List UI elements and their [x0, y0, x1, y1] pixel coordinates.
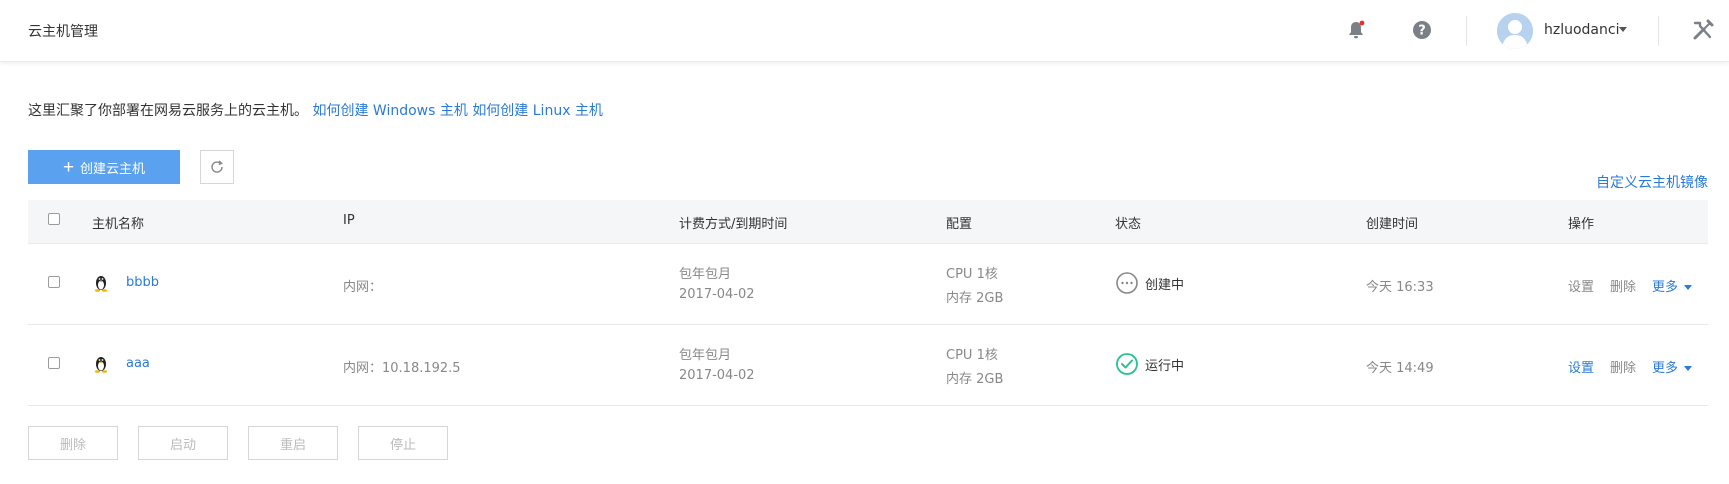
- instance-ip: 内网：: [343, 280, 383, 295]
- column-header-status: 状态: [1115, 217, 1142, 232]
- status-badge: 运行中: [1115, 352, 1184, 376]
- table-header: 主机名称 IP 计费方式/到期时间 配置 状态 创建时间 操作: [28, 200, 1708, 244]
- plus-icon: +: [62, 156, 75, 178]
- windows-guide-link[interactable]: 如何创建 Windows 主机: [312, 103, 467, 119]
- column-header-name: 主机名称: [92, 217, 145, 232]
- instance-table: 主机名称 IP 计费方式/到期时间 配置 状态 创建时间 操作 bbbb 内网：…: [28, 200, 1708, 406]
- instance-billing: 包年包月: [679, 267, 732, 282]
- svg-text:?: ?: [1418, 24, 1426, 39]
- table-row: bbbb 内网： 包年包月 2017-04-02 CPU 1核 内存 2GB 创…: [28, 244, 1708, 325]
- avatar[interactable]: [1497, 13, 1533, 49]
- more-actions-label: 更多: [1652, 280, 1679, 295]
- more-actions-dropdown[interactable]: 更多: [1652, 276, 1693, 295]
- running-check-icon: [1116, 353, 1138, 375]
- more-actions-label: 更多: [1652, 361, 1679, 376]
- chevron-down-icon: [1684, 366, 1693, 371]
- header-divider: [1466, 16, 1467, 46]
- row-checkbox[interactable]: [48, 276, 60, 288]
- delete-action[interactable]: 删除: [1610, 357, 1636, 376]
- more-actions-dropdown[interactable]: 更多: [1652, 357, 1693, 376]
- status-badge: 创建中: [1115, 271, 1184, 295]
- instance-name-link[interactable]: aaa: [126, 356, 150, 371]
- bulk-stop-button[interactable]: 停止: [358, 426, 448, 460]
- header-divider: [1658, 16, 1659, 46]
- create-instance-label: 创建云主机: [80, 160, 146, 176]
- bulk-delete-button[interactable]: 删除: [28, 426, 118, 460]
- status-label: 运行中: [1145, 358, 1185, 374]
- user-menu-caret-icon[interactable]: [1619, 27, 1627, 32]
- refresh-button[interactable]: [200, 150, 234, 184]
- intro-text: 这里汇聚了你部署在网易云服务上的云主机。 如何创建 Windows 主机 如何创…: [28, 100, 603, 120]
- notification-bell-icon[interactable]: [1344, 18, 1368, 42]
- column-header-ip: IP: [343, 213, 355, 228]
- instance-ip: 内网：10.18.192.5: [343, 361, 461, 376]
- instance-memory: 内存 2GB: [946, 372, 1004, 387]
- instance-expiry: 2017-04-02: [679, 287, 755, 302]
- select-all-checkbox[interactable]: [48, 213, 60, 225]
- username[interactable]: hzluodanci: [1544, 22, 1619, 38]
- column-header-billing: 计费方式/到期时间: [679, 217, 788, 232]
- bulk-restart-button[interactable]: 重启: [248, 426, 338, 460]
- pending-icon: [1116, 272, 1138, 294]
- instance-memory: 内存 2GB: [946, 291, 1004, 306]
- intro-description: 这里汇聚了你部署在网易云服务上的云主机。: [28, 103, 308, 119]
- linux-penguin-icon: [94, 274, 108, 296]
- instance-cpu: CPU 1核: [946, 348, 998, 363]
- settings-action[interactable]: 设置: [1568, 357, 1594, 376]
- create-instance-button[interactable]: + 创建云主机: [28, 150, 180, 184]
- instance-billing: 包年包月: [679, 348, 732, 363]
- instance-expiry: 2017-04-02: [679, 368, 755, 383]
- linux-penguin-icon: [94, 355, 108, 377]
- bulk-start-button[interactable]: 启动: [138, 426, 228, 460]
- table-row: aaa 内网：10.18.192.5 包年包月 2017-04-02 CPU 1…: [28, 325, 1708, 406]
- instance-name-link[interactable]: bbbb: [126, 275, 159, 290]
- delete-action[interactable]: 删除: [1610, 276, 1636, 295]
- column-header-actions: 操作: [1568, 217, 1595, 232]
- instance-created-time: 今天 16:33: [1366, 280, 1434, 295]
- settings-action[interactable]: 设置: [1568, 276, 1594, 295]
- page-title: 云主机管理: [28, 24, 98, 40]
- instance-created-time: 今天 14:49: [1366, 361, 1434, 376]
- help-icon[interactable]: ?: [1410, 18, 1434, 42]
- tools-icon[interactable]: [1691, 18, 1715, 42]
- custom-image-link[interactable]: 自定义云主机镜像: [1596, 172, 1708, 192]
- refresh-icon: [211, 160, 223, 173]
- column-header-created: 创建时间: [1366, 217, 1419, 232]
- status-label: 创建中: [1145, 277, 1185, 293]
- top-bar: 云主机管理 ? hzluodanci: [0, 0, 1729, 62]
- column-header-config: 配置: [946, 217, 973, 232]
- row-checkbox[interactable]: [48, 357, 60, 369]
- linux-guide-link[interactable]: 如何创建 Linux 主机: [472, 103, 603, 119]
- instance-cpu: CPU 1核: [946, 267, 998, 282]
- chevron-down-icon: [1684, 285, 1693, 290]
